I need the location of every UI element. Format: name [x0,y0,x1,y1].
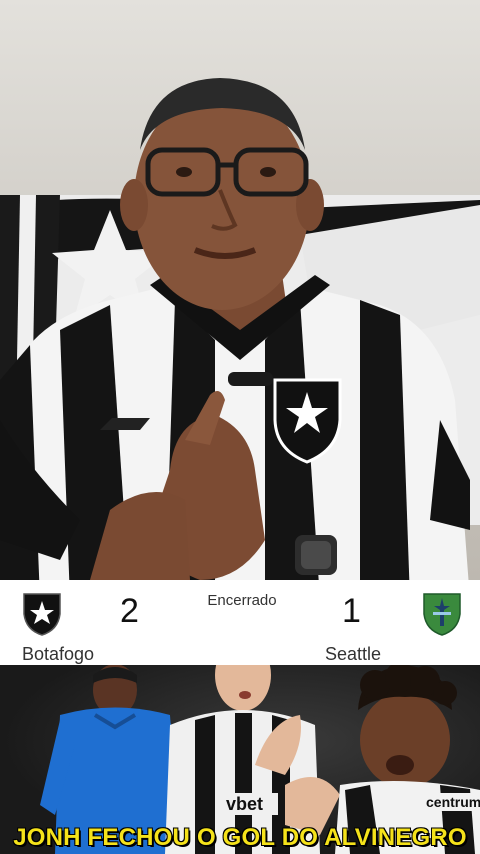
sponsor-text-2: centrum [426,794,480,810]
home-score: 2 [120,592,139,630]
highlight-caption: JONH FECHOU O GOL DO ALVINEGRO [13,824,467,851]
match-status: Encerrado [207,592,277,609]
sponsor-text: vbet [226,794,263,814]
away-score: 1 [342,592,361,630]
video-frame[interactable] [0,0,480,580]
botafogo-crest-icon [23,593,61,636]
away-team-name: Seattle [325,644,382,664]
seattle-crest-icon [423,593,461,636]
presenter [0,78,470,580]
home-team-name: Botafogo [22,644,95,664]
